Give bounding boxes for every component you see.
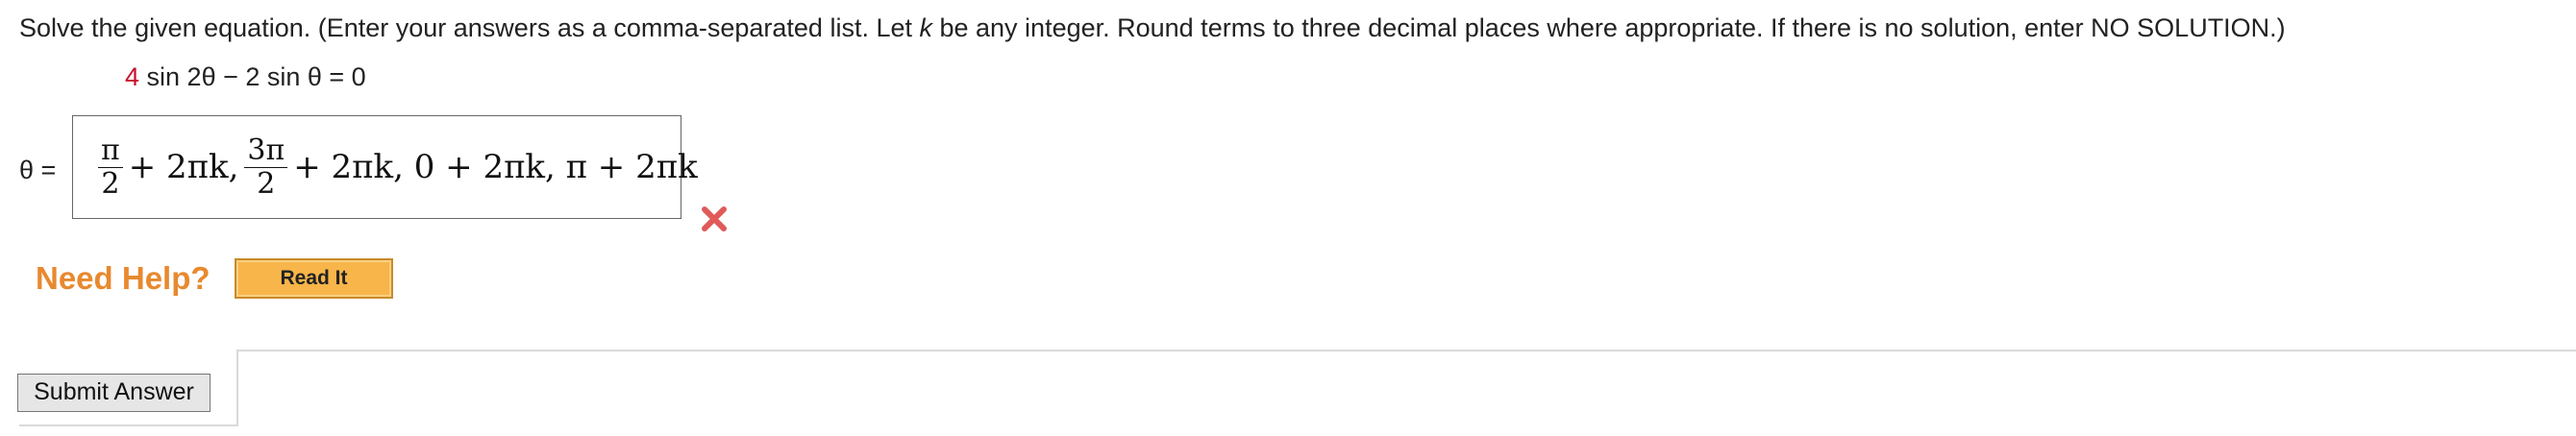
instructions-text-pre: Solve the given equation. (Enter your an… (19, 13, 920, 42)
answer-fraction-1: π 2 (98, 133, 123, 201)
answer-fraction-2: 3π 2 (244, 133, 288, 201)
read-it-button[interactable]: Read It (235, 258, 393, 299)
footer-divider-vertical (236, 350, 238, 426)
answer-term-1-suffix: + 2πk, (128, 148, 239, 186)
answer-term-2-suffix: + 2πk, 0 + 2πk, π + 2πk (293, 148, 698, 186)
need-help-label: Need Help? (36, 260, 211, 296)
equation-body: sin 2θ − 2 sin θ = 0 (139, 62, 366, 91)
footer-divider-horizontal (236, 350, 2576, 351)
submit-answer-button[interactable]: Submit Answer (17, 374, 211, 412)
footer-divider-bottom (19, 424, 238, 426)
answer-variable-label: θ = (19, 156, 57, 184)
instructions-variable: k (919, 13, 932, 42)
fraction-2-numerator: 3π (244, 133, 288, 168)
fraction-2-denominator: 2 (257, 166, 276, 201)
equation-coefficient: 4 (125, 62, 140, 91)
wrong-x-icon (702, 206, 727, 231)
answer-input-box[interactable]: π 2 + 2πk, 3π 2 + 2πk, 0 + 2πk, π + 2πk (72, 115, 698, 219)
fraction-1-denominator: 2 (101, 166, 120, 201)
fraction-1-numerator: π (98, 133, 123, 168)
instructions-text-post: be any integer. Round terms to three dec… (931, 13, 2286, 42)
question-equation: 4 sin 2θ − 2 sin θ = 0 (125, 59, 366, 95)
question-instructions: Solve the given equation. (Enter your an… (19, 10, 2286, 46)
